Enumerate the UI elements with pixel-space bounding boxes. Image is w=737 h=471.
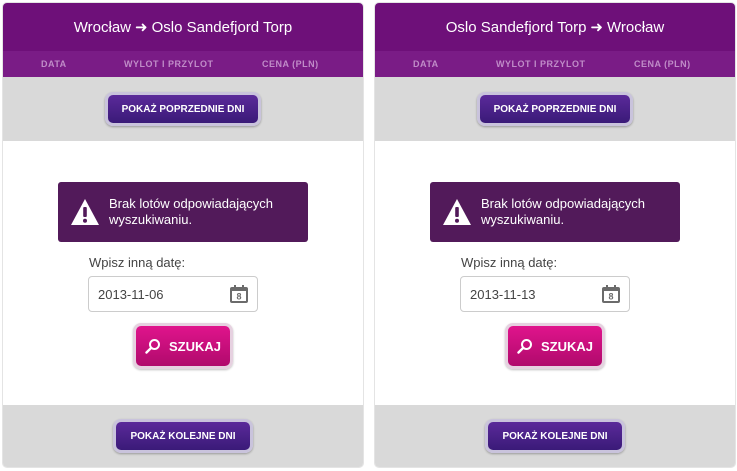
- column-headers: DATA WYLOT I PRZYLOT CENA (PLN): [375, 51, 735, 77]
- route-to: Oslo Sandefjord Torp: [151, 18, 293, 36]
- no-flights-alert: Brak lotów odpowiadających wyszukiwaniu.: [430, 182, 680, 242]
- show-previous-days-button[interactable]: POKAŻ POPRZEDNIE DNI: [104, 92, 262, 126]
- calendar-day: 8: [236, 292, 241, 302]
- date-value: 2013-11-13: [470, 286, 536, 302]
- search-button-label: SZUKAJ: [540, 338, 593, 354]
- search-icon: [517, 339, 532, 354]
- column-date: DATA: [41, 59, 67, 69]
- show-next-days-button[interactable]: POKAŻ KOLEJNE DNI: [113, 419, 253, 453]
- column-price: CENA (PLN): [634, 59, 691, 69]
- alert-message: Brak lotów odpowiadających wyszukiwaniu.: [109, 196, 274, 227]
- column-date: DATA: [413, 59, 439, 69]
- route-from: Wrocław: [73, 18, 131, 36]
- column-times: WYLOT I PRZYLOT: [496, 59, 586, 69]
- search-button-label: SZUKAJ: [168, 338, 221, 354]
- route-from: Oslo Sandefjord Torp: [445, 18, 587, 36]
- no-flights-alert: Brak lotów odpowiadających wyszukiwaniu.: [58, 182, 308, 242]
- calendar-icon[interactable]: 8: [601, 284, 621, 304]
- date-label: Wpisz inną datę:: [89, 255, 186, 270]
- next-days-band: POKAŻ KOLEJNE DNI: [3, 405, 363, 467]
- warning-icon: [71, 199, 99, 225]
- calendar-day: 8: [608, 292, 613, 302]
- search-icon: [145, 339, 160, 354]
- arrow-icon: ➜: [135, 19, 148, 36]
- search-button[interactable]: SZUKAJ: [505, 323, 605, 369]
- route-header: Oslo Sandefjord Torp ➜ Wrocław: [375, 3, 735, 51]
- date-input[interactable]: 2013-11-06 8: [88, 276, 258, 312]
- alert-message: Brak lotów odpowiadających wyszukiwaniu.: [481, 196, 646, 227]
- warning-icon: [443, 199, 471, 225]
- show-next-days-button[interactable]: POKAŻ KOLEJNE DNI: [485, 419, 625, 453]
- route-header: Wrocław ➜ Oslo Sandefjord Torp: [3, 3, 363, 51]
- search-button[interactable]: SZUKAJ: [133, 323, 233, 369]
- route-to: Wrocław: [606, 18, 665, 36]
- show-previous-days-button[interactable]: POKAŻ POPRZEDNIE DNI: [476, 92, 634, 126]
- column-price: CENA (PLN): [262, 59, 319, 69]
- outbound-panel: Wrocław ➜ Oslo Sandefjord Torp DATA WYLO…: [3, 3, 363, 467]
- return-panel: Oslo Sandefjord Torp ➜ Wrocław DATA WYLO…: [375, 3, 735, 467]
- arrow-icon: ➜: [590, 19, 603, 36]
- prev-days-band: POKAŻ POPRZEDNIE DNI: [3, 77, 363, 141]
- column-times: WYLOT I PRZYLOT: [124, 59, 214, 69]
- date-value: 2013-11-06: [98, 286, 164, 302]
- column-headers: DATA WYLOT I PRZYLOT CENA (PLN): [3, 51, 363, 77]
- date-label: Wpisz inną datę:: [461, 255, 558, 270]
- prev-days-band: POKAŻ POPRZEDNIE DNI: [375, 77, 735, 141]
- next-days-band: POKAŻ KOLEJNE DNI: [375, 405, 735, 467]
- calendar-icon[interactable]: 8: [229, 284, 249, 304]
- date-input[interactable]: 2013-11-13 8: [460, 276, 630, 312]
